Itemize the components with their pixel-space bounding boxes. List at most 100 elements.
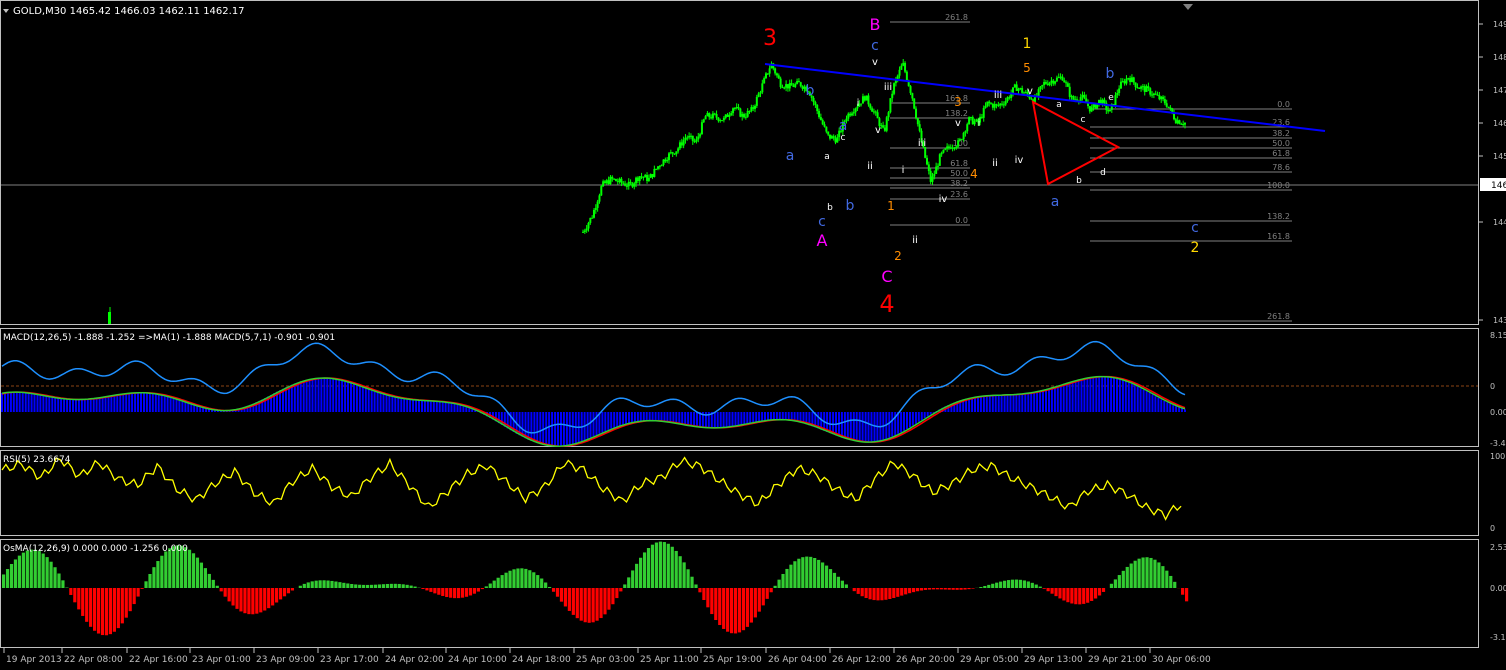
candle-body	[644, 174, 647, 178]
candle-body	[790, 83, 793, 86]
candle-body	[1138, 87, 1141, 89]
osma-bar-positive	[156, 561, 160, 588]
y-tick-label: 1490	[1493, 20, 1506, 29]
x-axis: 19 Apr 2013 22 Apr 08:00 22 Apr 16:00 23 Ap…	[3, 648, 1211, 665]
candle-body	[1101, 99, 1104, 104]
candle-body	[724, 114, 727, 118]
osma-bar-negative	[116, 588, 120, 629]
candle-body	[816, 105, 819, 112]
osma-bar-positive	[1161, 566, 1165, 588]
osma-bar-positive	[508, 570, 512, 588]
osma-bar-positive	[211, 579, 215, 588]
candle-body	[680, 142, 683, 146]
osma-bar-positive	[631, 570, 635, 588]
candle-body	[818, 111, 821, 118]
osma-bar-positive	[61, 580, 65, 588]
candle-body	[726, 114, 729, 117]
candle-body	[658, 166, 661, 168]
osma-bar-positive	[686, 569, 690, 588]
osma-bar-positive	[797, 558, 801, 588]
candle-body	[927, 164, 930, 172]
candle-body	[719, 120, 722, 122]
wave-label: b	[827, 203, 833, 213]
osma-bar-negative	[1185, 588, 1189, 602]
osma-bar-negative	[749, 588, 753, 623]
osma-bar-negative	[864, 588, 868, 599]
candle-body	[594, 207, 597, 210]
osma-bar-positive	[650, 544, 655, 588]
osma-bar-positive	[1014, 579, 1019, 588]
osma-bar-negative	[923, 588, 928, 590]
candle-body	[1182, 123, 1185, 125]
osma-bar-negative	[943, 588, 947, 590]
wave-labels: 3Bcvbaiiiiacaviib bcAC412iiiiiiiv3v i415ii…	[763, 15, 1199, 318]
candle-body	[1006, 97, 1009, 102]
candle-body	[624, 183, 627, 186]
osma-bar-negative	[89, 588, 93, 627]
osma-bar-positive	[207, 573, 211, 588]
fib-level-label: 78.6	[1272, 163, 1290, 172]
candle-body	[960, 139, 963, 141]
osma-bar-negative	[745, 588, 750, 627]
osma-bar-positive	[789, 564, 793, 588]
candle-body	[1169, 107, 1172, 109]
osma-bar-positive	[828, 569, 833, 588]
osma-bar-positive	[773, 585, 777, 588]
candle-body	[1162, 96, 1165, 100]
candle-body	[678, 142, 681, 149]
y-tick-label: 1440	[1493, 218, 1506, 227]
osma-bar-negative	[915, 588, 920, 592]
osma-bar-negative	[1082, 588, 1086, 604]
candle-body	[1156, 94, 1159, 96]
candle-body	[936, 165, 939, 167]
osma-bar-negative	[611, 588, 615, 605]
osma-bar-negative	[433, 588, 437, 594]
osma-bar-negative	[868, 588, 872, 600]
candle-body	[1163, 99, 1166, 104]
candle-body	[657, 166, 660, 169]
candle-body	[883, 127, 886, 131]
candle-body	[647, 177, 650, 181]
x-tick-label: 22 Apr 08:00	[64, 655, 123, 665]
candle-body	[997, 104, 1000, 106]
candle-body	[931, 176, 934, 182]
candle-body	[797, 80, 800, 83]
osma-bar-negative	[445, 588, 449, 598]
osma-bar-positive	[817, 559, 821, 588]
candle-body	[796, 80, 799, 84]
x-tick-label: 24 Apr 02:00	[385, 655, 444, 665]
candle-body	[108, 312, 111, 324]
candle-body	[1021, 88, 1024, 93]
scroll-marker-icon[interactable]	[1183, 4, 1193, 10]
osma-bar-positive	[1173, 581, 1177, 588]
candle-body	[1039, 86, 1042, 90]
candle-body	[1129, 78, 1132, 82]
x-tick-label: 30 Apr 06:00	[1152, 655, 1211, 665]
osma-bar-negative	[108, 588, 113, 635]
osma-bar-positive	[203, 568, 207, 588]
candle-body	[589, 217, 592, 223]
osma-bar-positive	[25, 550, 29, 588]
menu-triangle-icon[interactable]	[3, 9, 9, 13]
osma-bar-negative	[880, 588, 884, 601]
osma-bar-negative	[223, 588, 227, 597]
osma-bar-positive	[646, 548, 651, 588]
candle-body	[1143, 86, 1146, 92]
osma-bar-positive	[33, 549, 37, 588]
osma-bar-positive	[1141, 557, 1145, 588]
osma-bar-negative	[227, 588, 231, 602]
wave-label: ii	[912, 235, 918, 246]
candle-body	[863, 96, 866, 101]
osma-bar-negative	[579, 588, 583, 621]
osma-bar-negative	[860, 588, 864, 597]
osma-bar-negative	[1046, 588, 1050, 592]
y-tick-label: 100	[1490, 452, 1505, 461]
osma-bar-positive	[369, 584, 374, 588]
candle-body	[905, 71, 908, 81]
osma-bar-negative	[737, 588, 742, 633]
candle-body	[1017, 88, 1020, 91]
osma-bar-positive	[21, 552, 25, 588]
x-tick-label: 25 Apr 19:00	[703, 655, 762, 665]
candle-body	[1046, 83, 1049, 85]
fib-level-label: 38.2	[1272, 129, 1290, 138]
